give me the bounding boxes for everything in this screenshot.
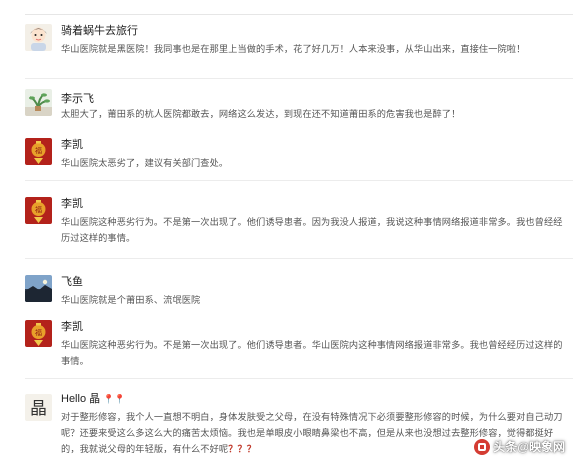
calligraphy-avatar-icon: 晶	[25, 394, 52, 421]
avatar[interactable]: 福	[25, 320, 52, 347]
toutiao-icon	[474, 438, 491, 455]
svg-text:福: 福	[35, 328, 42, 337]
comment-text: 太胆大了，莆田系的杭人医院都敢去，网络这么发达，到现在还不知道莆田系的危害我也是…	[61, 109, 461, 119]
comment-text: 华山医院这种恶劣行为。不是第一次出现了。他们诱导患者。华山医院内这种事情网络报道…	[61, 340, 563, 366]
top-divider	[25, 14, 573, 15]
comment-item: 福 李凯 华山医院这种恶劣行为。不是第一次出现了。他们诱导患者。华山医院内这种事…	[25, 320, 570, 370]
comment-text: 华山医院这种恶劣行为。不是第一次出现了。他们诱导患者。因为我没人报道，我说这种事…	[61, 217, 563, 243]
red-lantern-avatar-icon: 福	[25, 138, 52, 165]
red-lantern-avatar-icon: 福	[25, 197, 52, 224]
plant-avatar-icon	[25, 89, 52, 116]
cartoon-face-avatar-icon	[25, 24, 52, 51]
divider	[25, 258, 573, 259]
username[interactable]: Hello 晶 📍📍	[61, 392, 126, 406]
divider	[25, 180, 573, 181]
watermark: 头条@映象网	[474, 438, 565, 455]
username-text: Hello 晶	[61, 393, 101, 405]
comment-text: 华山医院就是黑医院！我同事也是在那里上当做的手术，花了好几万！人本来没事，从华山…	[61, 44, 526, 54]
username[interactable]: 李凯	[61, 138, 83, 152]
avatar[interactable]	[25, 89, 52, 116]
comment-item: 福 李凯 华山医院太恶劣了，建议有关部门查处。	[25, 138, 570, 172]
divider	[25, 78, 573, 79]
pin-icon: 📍📍	[103, 394, 126, 404]
username[interactable]: 李凯	[61, 320, 83, 334]
comment-item: 福 李凯 华山医院这种恶劣行为。不是第一次出现了。他们诱导患者。因为我没人报道，…	[25, 197, 570, 247]
svg-text:福: 福	[35, 205, 42, 214]
divider	[25, 378, 573, 379]
svg-text:福: 福	[35, 146, 42, 155]
avatar[interactable]	[25, 24, 52, 51]
comment-item: 飞鱼 华山医院就是个莆田系、流氓医院	[25, 275, 570, 309]
comment-text: 华山医院太恶劣了，建议有关部门查处。	[61, 158, 229, 168]
watermark-text: 头条@映象网	[493, 440, 565, 454]
red-lantern-avatar-icon: 福	[25, 320, 52, 347]
username[interactable]: 李示飞	[61, 92, 94, 106]
comment-item: 骑着蜗牛去旅行 华山医院就是黑医院！我同事也是在那里上当做的手术，花了好几万！人…	[25, 24, 570, 68]
avatar[interactable]: 福	[25, 197, 52, 224]
username[interactable]: 飞鱼	[61, 275, 83, 289]
avatar[interactable]: 晶	[25, 394, 52, 421]
username[interactable]: 李凯	[61, 197, 83, 211]
avatar[interactable]	[25, 275, 52, 302]
comment-item: 李示飞 太胆大了，莆田系的杭人医院都敢去，网络这么发达，到现在还不知道莆田系的危…	[25, 89, 570, 125]
username[interactable]: 骑着蜗牛去旅行	[61, 24, 138, 38]
avatar[interactable]: 福	[25, 138, 52, 165]
comment-text: 华山医院就是个莆田系、流氓医院	[61, 295, 201, 305]
svg-text:晶: 晶	[30, 399, 47, 419]
sky-avatar-icon	[25, 275, 52, 302]
question-marks: ？？？	[228, 444, 257, 454]
